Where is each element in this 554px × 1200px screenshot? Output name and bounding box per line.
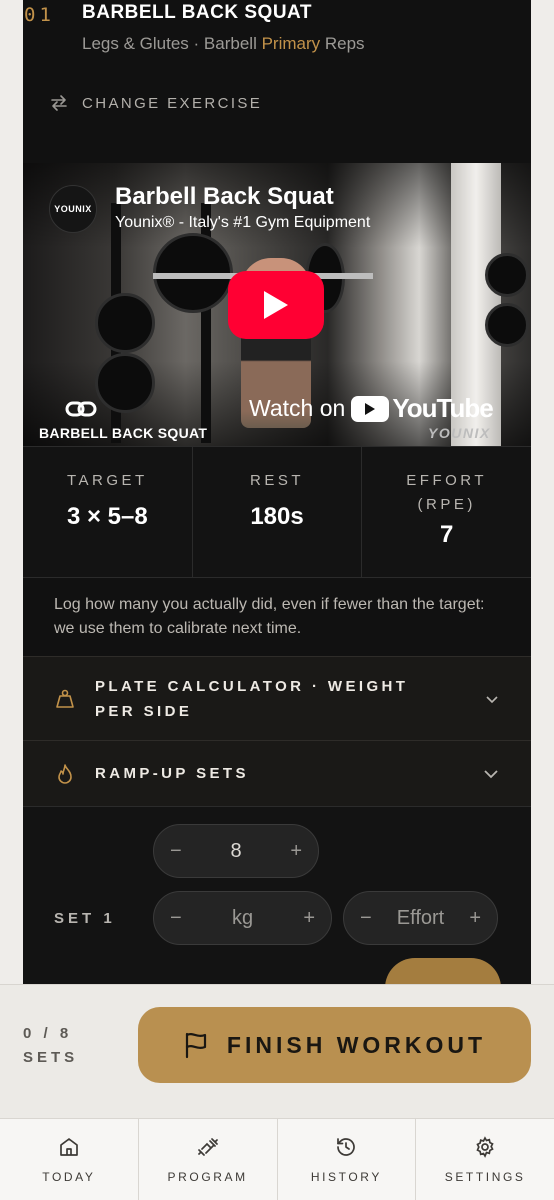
effort-input[interactable]: Effort (397, 907, 444, 930)
logging-hint: Log how many you actually did, even if f… (54, 596, 485, 637)
tab-program[interactable]: PROGRAM (139, 1119, 278, 1200)
weight-input[interactable]: kg (232, 907, 253, 930)
finish-workout-button[interactable]: FINISH WORKOUT (138, 1007, 531, 1083)
ramp-up-sets-label: RAMP-UP SETS (95, 765, 249, 782)
video-frame-plate (95, 353, 155, 413)
exercise-meta: Legs & Glutes · Barbell Primary Reps (82, 34, 365, 54)
swap-icon (51, 95, 67, 111)
tab-label: TODAY (42, 1170, 96, 1184)
channel-logo[interactable]: YOUNIX (49, 185, 97, 233)
stat-label: TARGET (66, 472, 148, 489)
tab-today[interactable]: TODAY (0, 1119, 139, 1200)
change-exercise-label: CHANGE EXERCISE (82, 94, 263, 112)
weight-icon (56, 689, 74, 708)
plate-calculator-toggle[interactable]: PLATE CALCULATOR · WEIGHT PER SIDE (23, 656, 531, 740)
video-channel: Younix® - Italy's #1 Gym Equipment (115, 214, 371, 231)
stat-label: REST (250, 472, 305, 489)
exercise-role: Primary (261, 34, 321, 53)
video-embed[interactable]: YOUNIX Barbell Back Squat Younix® - Ital… (23, 163, 531, 446)
reps-stepper: − 8 + (153, 824, 319, 878)
exercise-mode: Reps (324, 34, 365, 53)
play-button[interactable] (228, 271, 324, 339)
tab-label: SETTINGS (444, 1170, 526, 1184)
meta-separator: · (193, 34, 200, 53)
weight-increment-button[interactable]: + (303, 907, 315, 930)
stat-value: 180s (250, 503, 304, 530)
effort-increment-button[interactable]: + (469, 907, 481, 930)
home-icon (60, 1138, 78, 1156)
youtube-wordmark: YouTube (392, 393, 493, 423)
weight-decrement-button[interactable]: − (170, 907, 182, 930)
reps-decrement-button[interactable]: − (170, 840, 182, 863)
stat-label: EFFORT (RPE) (406, 472, 488, 513)
video-frame-plate (95, 293, 155, 353)
finish-workout-label: FINISH WORKOUT (226, 1031, 487, 1058)
chevron-down-icon (486, 695, 498, 703)
weight-stepper: − kg + (153, 891, 332, 945)
gear-icon (476, 1136, 494, 1158)
stat-value: 3 × 5–8 (66, 503, 148, 530)
link-icon (65, 401, 97, 417)
tab-settings[interactable]: SETTINGS (416, 1119, 554, 1200)
set-label: SET 1 (54, 910, 116, 927)
stat-effort: EFFORT (RPE) 7 (362, 447, 531, 577)
exercise-equipment: Barbell (203, 34, 257, 53)
youtube-play-icon (351, 395, 390, 422)
bottom-nav: TODAY PROGRAM HISTORY SETTINGS (0, 1118, 554, 1200)
reps-value[interactable]: 8 (230, 840, 241, 863)
history-icon (337, 1138, 356, 1156)
exercise-index: 01 (24, 4, 55, 26)
reps-increment-button[interactable]: + (290, 840, 302, 863)
stat-target: TARGET 3 × 5–8 (23, 447, 193, 577)
exercise-stats: TARGET 3 × 5–8 REST 180s EFFORT (RPE) 7 (23, 446, 531, 578)
effort-decrement-button[interactable]: − (360, 907, 372, 930)
stat-rest: REST 180s (193, 447, 363, 577)
effort-stepper: − Effort + (343, 891, 498, 945)
video-frame-plate (485, 253, 529, 297)
plate-calculator-label: PLATE CALCULATOR · WEIGHT PER SIDE (95, 677, 409, 720)
youtube-logo: YouTube (351, 393, 494, 424)
video-watermark: BARBELL BACK SQUAT (39, 425, 208, 441)
chevron-down-icon (484, 769, 498, 778)
flame-icon (58, 763, 72, 784)
tab-label: PROGRAM (167, 1170, 248, 1184)
change-exercise-button[interactable]: CHANGE EXERCISE (50, 94, 262, 112)
watch-on-youtube-link[interactable]: Watch on YouTube (249, 393, 494, 424)
exercise-title: BARBELL BACK SQUAT (82, 2, 312, 23)
tab-history[interactable]: HISTORY (278, 1119, 417, 1200)
sets-progress-count: 0 / 8 (23, 1025, 73, 1042)
watch-on-label: Watch on (249, 395, 346, 421)
dumbbell-icon (197, 1138, 218, 1156)
sets-progress-label: SETS (23, 1049, 79, 1066)
video-brand: YOUNIX (428, 425, 491, 441)
video-title[interactable]: Barbell Back Squat (115, 183, 334, 211)
ramp-up-sets-toggle[interactable]: RAMP-UP SETS (23, 740, 531, 806)
video-frame-plate (485, 303, 529, 347)
tab-label: HISTORY (310, 1170, 382, 1184)
flag-icon (185, 1032, 207, 1059)
play-icon (264, 291, 288, 319)
sets-progress: 0 / 8 SETS (23, 1022, 78, 1070)
stat-value: 7 (440, 521, 454, 548)
exercise-muscle: Legs & Glutes (82, 34, 189, 53)
